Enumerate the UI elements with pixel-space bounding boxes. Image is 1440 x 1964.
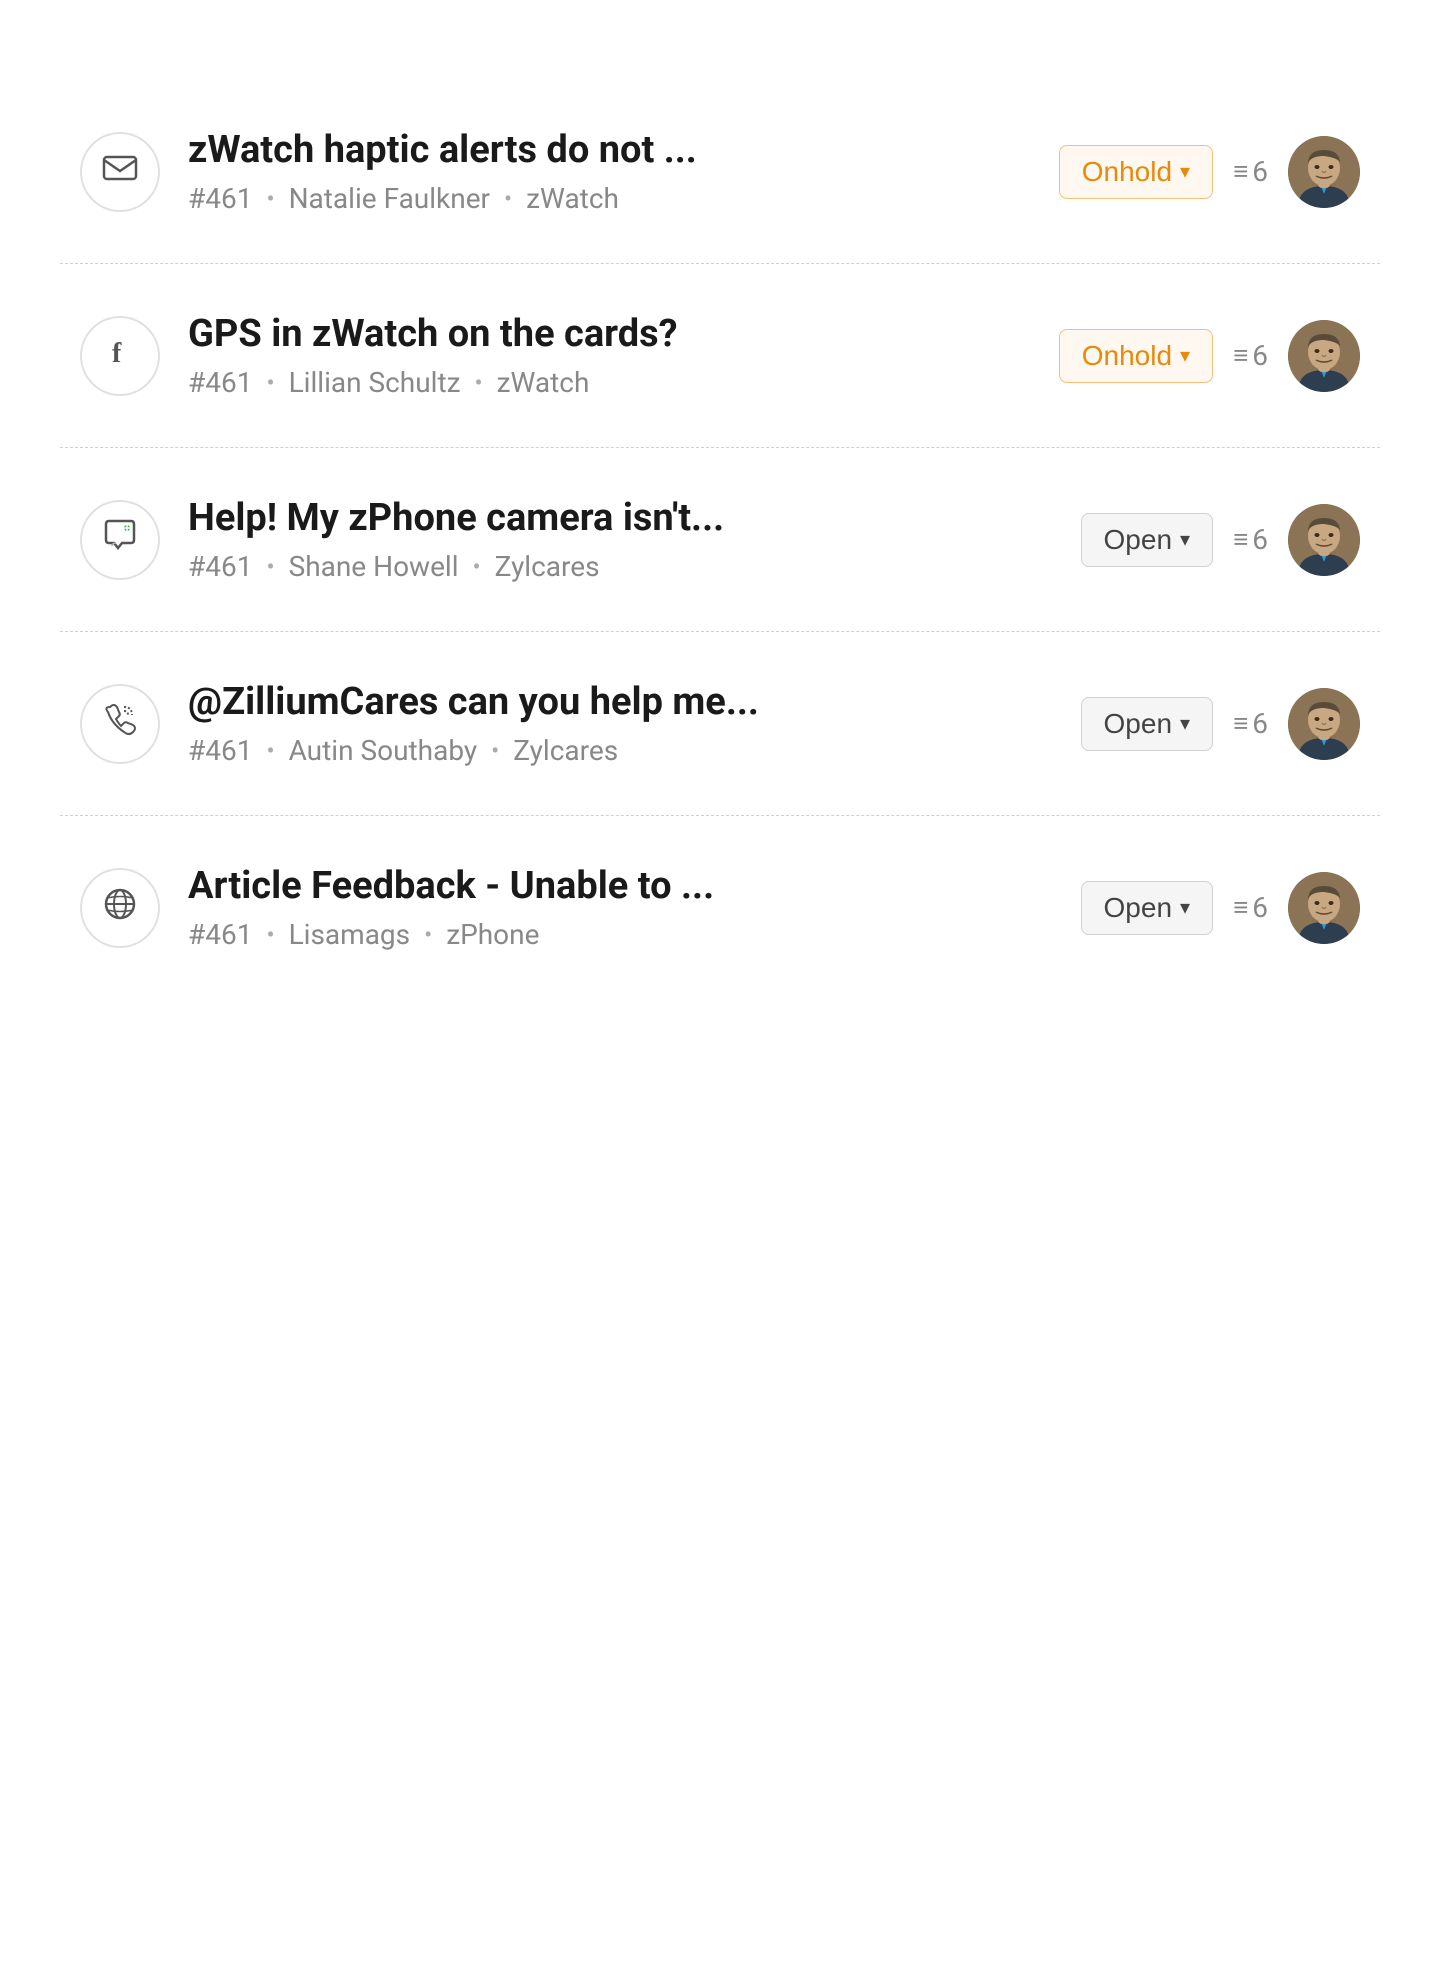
ticket-actions: Open ▾ ≡ 6 [1081, 872, 1360, 944]
ticket-list: zWatch haptic alerts do not ... #461 • N… [0, 0, 1440, 999]
dropdown-arrow-icon: ▾ [1180, 711, 1190, 736]
priority-count: 6 [1252, 155, 1268, 188]
meta-separator-1: • [266, 737, 274, 765]
ticket-item[interactable]: Help! My zPhone camera isn't... #461 • S… [60, 448, 1380, 632]
ticket-title: Help! My zPhone camera isn't... [188, 496, 1053, 540]
status-badge[interactable]: Open ▾ [1081, 513, 1214, 567]
agent-avatar [1288, 688, 1360, 760]
ticket-item[interactable]: Article Feedback - Unable to ... #461 • … [60, 816, 1380, 999]
ticket-item[interactable]: zWatch haptic alerts do not ... #461 • N… [60, 80, 1380, 264]
priority-lines-icon: ≡ [1233, 892, 1248, 923]
ticket-product: zWatch [497, 366, 590, 399]
ticket-number: #461 [188, 550, 252, 583]
ticket-actions: Open ▾ ≡ 6 [1081, 504, 1360, 576]
priority-indicator: ≡ 6 [1233, 523, 1268, 556]
ticket-title: @ZilliumCares can you help me... [188, 680, 1053, 724]
meta-separator-1: • [266, 185, 274, 213]
dropdown-arrow-icon: ▾ [1180, 159, 1190, 184]
ticket-content: Article Feedback - Unable to ... #461 • … [188, 864, 1053, 951]
meta-separator-1: • [266, 921, 274, 949]
ticket-product: zWatch [526, 182, 619, 215]
priority-indicator: ≡ 6 [1233, 891, 1268, 924]
agent-avatar [1288, 504, 1360, 576]
status-label: Open [1104, 524, 1173, 556]
meta-separator-2: • [475, 369, 483, 397]
agent-avatar [1288, 136, 1360, 208]
dropdown-arrow-icon: ▾ [1180, 343, 1190, 368]
ticket-title: Article Feedback - Unable to ... [188, 864, 1053, 908]
priority-count: 6 [1252, 523, 1268, 556]
ticket-contact: Autin Southaby [289, 734, 478, 767]
status-badge[interactable]: Open ▾ [1081, 697, 1214, 751]
dropdown-arrow-icon: ▾ [1180, 895, 1190, 920]
dropdown-arrow-icon: ▾ [1180, 527, 1190, 552]
ticket-content: GPS in zWatch on the cards? #461 • Lilli… [188, 312, 1031, 399]
ticket-contact: Lisamags [289, 918, 411, 951]
ticket-number: #461 [188, 182, 252, 215]
ticket-actions: Onhold ▾ ≡ 6 [1059, 136, 1360, 208]
priority-indicator: ≡ 6 [1233, 339, 1268, 372]
agent-avatar [1288, 872, 1360, 944]
priority-lines-icon: ≡ [1233, 524, 1248, 555]
ticket-number: #461 [188, 366, 252, 399]
ticket-title: GPS in zWatch on the cards? [188, 312, 1031, 356]
channel-icon-wrapper [80, 500, 160, 580]
ticket-number: #461 [188, 918, 252, 951]
status-label: Onhold [1082, 340, 1172, 372]
ticket-contact: Shane Howell [289, 550, 459, 583]
ticket-actions: Onhold ▾ ≡ 6 [1059, 320, 1360, 392]
meta-separator-2: • [504, 185, 512, 213]
status-badge[interactable]: Open ▾ [1081, 881, 1214, 935]
ticket-meta: #461 • Lisamags • zPhone [188, 918, 1053, 951]
agent-avatar [1288, 320, 1360, 392]
priority-count: 6 [1252, 891, 1268, 924]
ticket-item[interactable]: @ZilliumCares can you help me... #461 • … [60, 632, 1380, 816]
ticket-number: #461 [188, 734, 252, 767]
priority-lines-icon: ≡ [1233, 156, 1248, 187]
web-channel-icon [102, 886, 138, 930]
ticket-title: zWatch haptic alerts do not ... [188, 128, 1031, 172]
ticket-content: @ZilliumCares can you help me... #461 • … [188, 680, 1053, 767]
ticket-contact: Natalie Faulkner [289, 182, 490, 215]
chat-channel-icon [102, 518, 138, 562]
channel-icon-wrapper: f [80, 316, 160, 396]
status-label: Open [1104, 892, 1173, 924]
channel-icon-wrapper [80, 132, 160, 212]
channel-icon-wrapper [80, 868, 160, 948]
meta-separator-1: • [266, 553, 274, 581]
facebook-channel-icon: f [102, 334, 138, 378]
meta-separator-2: • [424, 921, 432, 949]
ticket-product: Zylcares [513, 734, 618, 767]
svg-text:f: f [112, 338, 122, 369]
ticket-meta: #461 • Shane Howell • Zylcares [188, 550, 1053, 583]
channel-icon-wrapper [80, 684, 160, 764]
ticket-product: zPhone [446, 918, 539, 951]
meta-separator-2: • [473, 553, 481, 581]
priority-count: 6 [1252, 339, 1268, 372]
ticket-meta: #461 • Lillian Schultz • zWatch [188, 366, 1031, 399]
status-label: Onhold [1082, 156, 1172, 188]
ticket-item[interactable]: f GPS in zWatch on the cards? #461 • Lil… [60, 264, 1380, 448]
priority-count: 6 [1252, 707, 1268, 740]
priority-lines-icon: ≡ [1233, 340, 1248, 371]
ticket-actions: Open ▾ ≡ 6 [1081, 688, 1360, 760]
meta-separator-2: • [491, 737, 499, 765]
ticket-meta: #461 • Natalie Faulkner • zWatch [188, 182, 1031, 215]
ticket-content: zWatch haptic alerts do not ... #461 • N… [188, 128, 1031, 215]
ticket-contact: Lillian Schultz [289, 366, 461, 399]
priority-indicator: ≡ 6 [1233, 155, 1268, 188]
ticket-product: Zylcares [495, 550, 600, 583]
priority-lines-icon: ≡ [1233, 708, 1248, 739]
phone-channel-icon [102, 702, 138, 746]
meta-separator-1: • [266, 369, 274, 397]
email-channel-icon [102, 150, 138, 194]
ticket-content: Help! My zPhone camera isn't... #461 • S… [188, 496, 1053, 583]
ticket-meta: #461 • Autin Southaby • Zylcares [188, 734, 1053, 767]
status-label: Open [1104, 708, 1173, 740]
status-badge[interactable]: Onhold ▾ [1059, 145, 1213, 199]
priority-indicator: ≡ 6 [1233, 707, 1268, 740]
status-badge[interactable]: Onhold ▾ [1059, 329, 1213, 383]
